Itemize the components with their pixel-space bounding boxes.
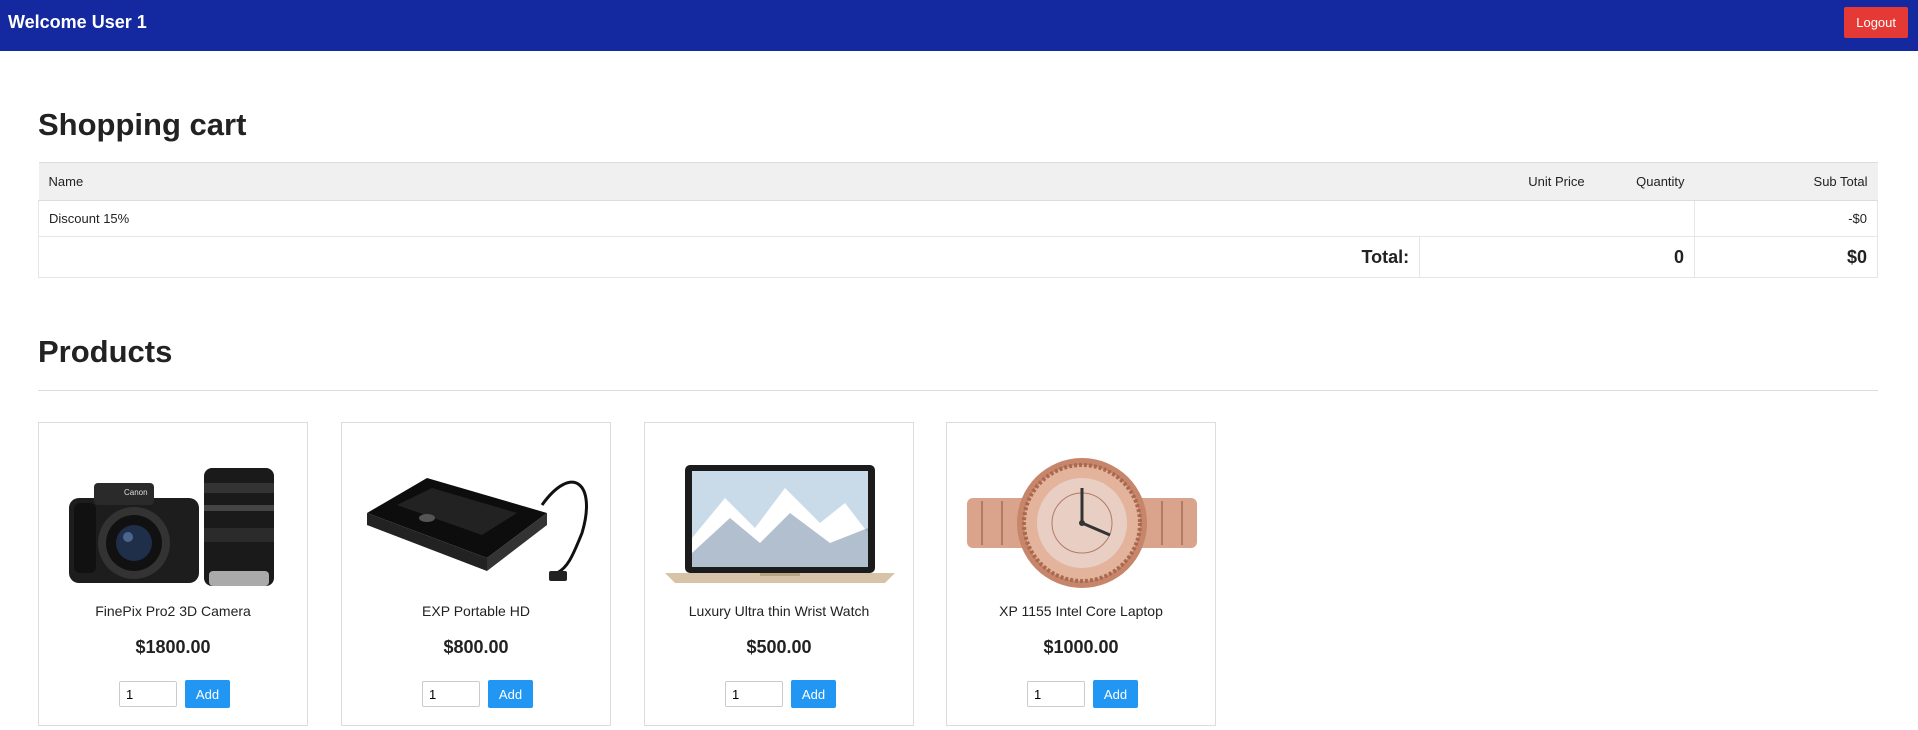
add-to-cart-button[interactable]: Add bbox=[1093, 680, 1138, 708]
welcome-text: Welcome User 1 bbox=[8, 12, 147, 32]
cart-header-row: Name Unit Price Quantity Sub Total bbox=[38, 162, 1878, 201]
product-card: XP 1155 Intel Core Laptop $1000.00 Add bbox=[946, 422, 1216, 726]
product-card: Canon FinePix Pro2 3D Camera $1800.00 Ad… bbox=[38, 422, 308, 726]
product-card: EXP Portable HD $800.00 Add bbox=[341, 422, 611, 726]
product-name: Luxury Ultra thin Wrist Watch bbox=[688, 603, 870, 619]
cart-title: Shopping cart bbox=[38, 107, 247, 142]
top-nav-bar: Welcome User 1 Logout bbox=[0, 0, 1918, 51]
column-header-quantity: Quantity bbox=[1594, 162, 1695, 201]
product-price: $1000.00 bbox=[1043, 637, 1119, 657]
product-price: $1800.00 bbox=[135, 637, 211, 657]
quantity-input[interactable] bbox=[1027, 681, 1085, 707]
svg-text:Canon: Canon bbox=[124, 488, 148, 497]
add-to-cart-button[interactable]: Add bbox=[791, 680, 836, 708]
add-to-cart-button[interactable]: Add bbox=[185, 680, 230, 708]
total-row: Total: 0 $0 bbox=[37, 236, 1878, 278]
section-divider bbox=[38, 390, 1878, 391]
add-to-cart-button[interactable]: Add bbox=[488, 680, 533, 708]
product-price: $500.00 bbox=[746, 637, 812, 657]
products-title: Products bbox=[38, 334, 173, 369]
quantity-input[interactable] bbox=[725, 681, 783, 707]
column-header-unit-price: Unit Price bbox=[1419, 162, 1595, 201]
discount-row: Discount 15% -$0 bbox=[37, 200, 1878, 237]
product-name: XP 1155 Intel Core Laptop bbox=[999, 603, 1163, 619]
discount-amount: -$0 bbox=[1694, 200, 1878, 237]
discount-label: Discount 15% bbox=[37, 200, 1420, 237]
watch-image bbox=[967, 458, 1197, 588]
laptop-image bbox=[665, 465, 895, 583]
column-header-name: Name bbox=[38, 162, 1420, 201]
product-card: Luxury Ultra thin Wrist Watch $500.00 Ad… bbox=[644, 422, 914, 726]
camera-image: Canon bbox=[69, 468, 274, 586]
quantity-input[interactable] bbox=[422, 681, 480, 707]
quantity-input[interactable] bbox=[119, 681, 177, 707]
product-price: $800.00 bbox=[443, 637, 509, 657]
column-header-sub-total: Sub Total bbox=[1694, 162, 1878, 201]
product-name: FinePix Pro2 3D Camera bbox=[95, 603, 251, 619]
cart-table: Name Unit Price Quantity Sub Total Disco… bbox=[37, 162, 1878, 278]
hard-drive-image bbox=[367, 478, 588, 581]
total-amount: $0 bbox=[1694, 236, 1878, 278]
total-quantity: 0 bbox=[1419, 236, 1696, 278]
product-name: EXP Portable HD bbox=[422, 603, 530, 619]
logout-button[interactable]: Logout bbox=[1844, 7, 1908, 38]
total-label: Total: bbox=[37, 236, 1421, 278]
